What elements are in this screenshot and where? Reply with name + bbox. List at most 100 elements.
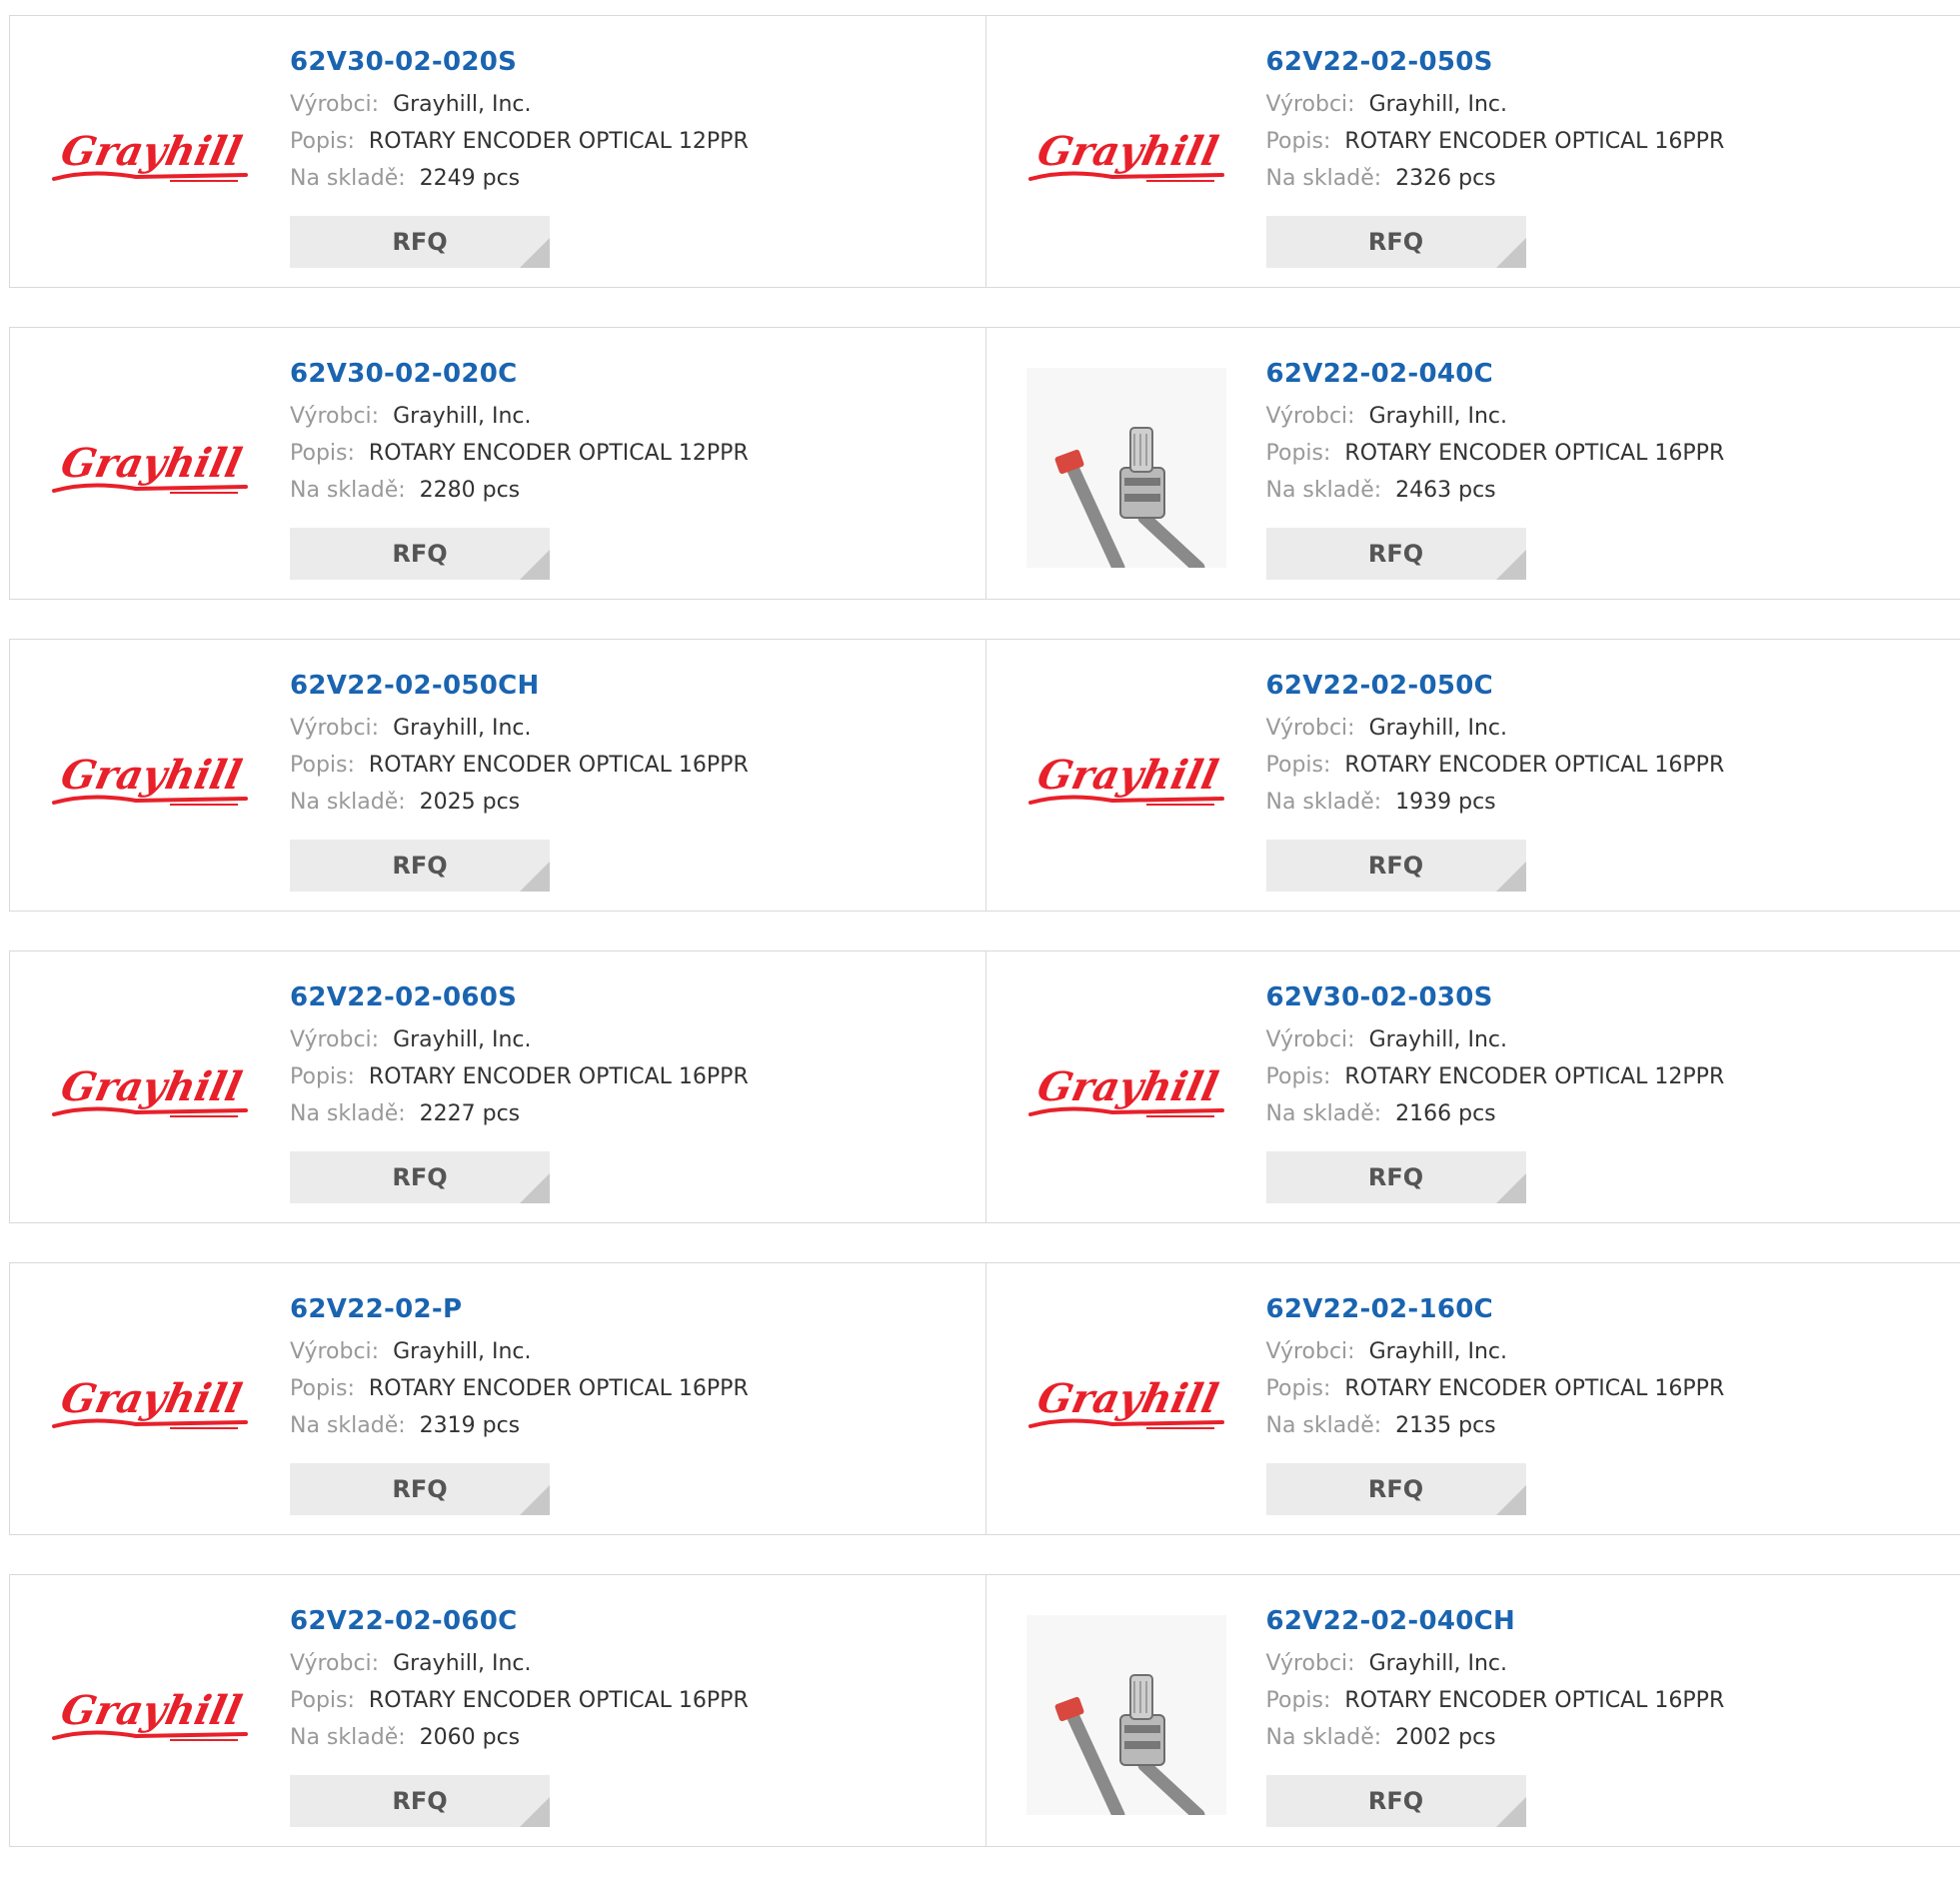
manufacturer-value[interactable]: Grayhill, Inc. bbox=[393, 1339, 531, 1364]
rfq-button[interactable]: RFQ bbox=[1266, 1463, 1526, 1515]
part-number-link[interactable]: 62V30-02-020C bbox=[290, 356, 970, 392]
part-number-link[interactable]: 62V22-02-060C bbox=[290, 1603, 970, 1639]
product-image[interactable]: Grayhill bbox=[1026, 991, 1226, 1191]
description-value: ROTARY ENCODER OPTICAL 16PPR bbox=[369, 1688, 749, 1713]
product-image[interactable]: Grayhill bbox=[1026, 680, 1226, 880]
manufacturer-value[interactable]: Grayhill, Inc. bbox=[1369, 716, 1507, 741]
svg-text:Grayhill: Grayhill bbox=[57, 751, 246, 798]
product-card: Grayhill 62V22-02-050S Výrobci: Grayhill,… bbox=[985, 16, 1960, 287]
description-label: Popis: bbox=[290, 1688, 355, 1713]
corner-fold-decoration bbox=[1496, 1485, 1526, 1515]
part-number-link[interactable]: 62V22-02-040C bbox=[1266, 356, 1946, 392]
rfq-button[interactable]: RFQ bbox=[1266, 528, 1526, 580]
grayhill-logo-icon: Grayhill bbox=[1026, 111, 1226, 201]
part-number-link[interactable]: 62V22-02-050S bbox=[1266, 44, 1946, 80]
svg-text:Grayhill: Grayhill bbox=[1032, 1062, 1221, 1109]
rfq-label: RFQ bbox=[392, 1163, 447, 1191]
rfq-button[interactable]: RFQ bbox=[1266, 840, 1526, 892]
part-number-link[interactable]: 62V30-02-020S bbox=[290, 44, 970, 80]
product-info: 62V30-02-020C Výrobci:Grayhill, Inc. Pop… bbox=[290, 356, 970, 509]
stock-value: 2166 pcs bbox=[1395, 1101, 1496, 1126]
manufacturer-value[interactable]: Grayhill, Inc. bbox=[1369, 1651, 1507, 1676]
part-number-link[interactable]: 62V22-02-060S bbox=[290, 979, 970, 1015]
svg-text:Grayhill: Grayhill bbox=[1032, 127, 1221, 174]
product-image[interactable]: Grayhill bbox=[50, 56, 250, 256]
product-image[interactable] bbox=[1026, 368, 1226, 568]
description-field: Popis:ROTARY ENCODER OPTICAL 16PPR bbox=[290, 747, 970, 784]
rotary-encoder-photo-icon bbox=[1026, 368, 1226, 568]
manufacturer-value[interactable]: Grayhill, Inc. bbox=[1369, 1027, 1507, 1052]
rotary-encoder-photo-icon bbox=[1026, 1615, 1226, 1815]
corner-fold-decoration bbox=[520, 862, 550, 892]
manufacturer-value[interactable]: Grayhill, Inc. bbox=[1369, 1339, 1507, 1364]
manufacturer-label: Výrobci: bbox=[1266, 92, 1355, 117]
product-card: Grayhill 62V30-02-020C Výrobci:Grayhill,… bbox=[10, 328, 985, 599]
part-number-link[interactable]: 62V22-02-P bbox=[290, 1291, 970, 1327]
product-card: Grayhill 62V22-02-060C Výrobci:Grayhill,… bbox=[10, 1575, 985, 1846]
rfq-button[interactable]: RFQ bbox=[1266, 1775, 1526, 1827]
description-field: Popis:ROTARY ENCODER OPTICAL 16PPR bbox=[1266, 123, 1946, 160]
stock-field: Na skladě:2280 pcs bbox=[290, 472, 970, 509]
rfq-button[interactable]: RFQ bbox=[290, 1151, 550, 1203]
manufacturer-value[interactable]: Grayhill, Inc. bbox=[393, 1651, 531, 1676]
rfq-button[interactable]: RFQ bbox=[290, 1775, 550, 1827]
manufacturer-value[interactable]: Grayhill, Inc. bbox=[393, 716, 531, 741]
manufacturer-value[interactable]: Grayhill, Inc. bbox=[393, 1027, 531, 1052]
part-number-link[interactable]: 62V22-02-050CH bbox=[290, 668, 970, 704]
product-image[interactable]: Grayhill bbox=[50, 1615, 250, 1815]
product-card: Grayhill 62V22-02-050C Výrobci:Grayhill,… bbox=[985, 640, 1960, 911]
product-image[interactable]: Grayhill bbox=[50, 1303, 250, 1503]
part-number-link[interactable]: 62V22-02-160C bbox=[1266, 1291, 1946, 1327]
manufacturer-field: Výrobci:Grayhill, Inc. bbox=[1266, 1645, 1946, 1682]
manufacturer-value[interactable]: Grayhill, Inc. bbox=[393, 404, 531, 429]
part-number-link[interactable]: 62V22-02-050C bbox=[1266, 668, 1946, 704]
rfq-label: RFQ bbox=[392, 1787, 447, 1815]
product-image[interactable]: Grayhill bbox=[1026, 56, 1226, 256]
part-number-link[interactable]: 62V22-02-040CH bbox=[1266, 1603, 1946, 1639]
rfq-label: RFQ bbox=[392, 228, 447, 256]
rfq-button[interactable]: RFQ bbox=[290, 840, 550, 892]
svg-text:Grayhill: Grayhill bbox=[57, 1374, 246, 1421]
description-field: Popis:ROTARY ENCODER OPTICAL 12PPR bbox=[290, 123, 970, 160]
manufacturer-field: Výrobci:Grayhill, Inc. bbox=[290, 86, 970, 123]
stock-label: Na skladě: bbox=[290, 1413, 406, 1438]
manufacturer-value[interactable]: Grayhill, Inc. bbox=[1369, 404, 1507, 429]
stock-value: 2060 pcs bbox=[420, 1725, 521, 1750]
rfq-label: RFQ bbox=[1368, 852, 1423, 880]
part-number-link[interactable]: 62V30-02-030S bbox=[1266, 979, 1946, 1015]
description-label: Popis: bbox=[290, 1064, 355, 1089]
rfq-button[interactable]: RFQ bbox=[1266, 1151, 1526, 1203]
description-field: Popis:ROTARY ENCODER OPTICAL 16PPR bbox=[1266, 747, 1946, 784]
stock-label: Na skladě: bbox=[1266, 790, 1382, 815]
product-image[interactable]: Grayhill bbox=[50, 368, 250, 568]
corner-fold-decoration bbox=[1496, 862, 1526, 892]
product-info: 62V22-02-040CH Výrobci:Grayhill, Inc. Po… bbox=[1266, 1603, 1946, 1756]
product-row: Grayhill 62V30-02-020S Výrobci:Grayhill,… bbox=[9, 15, 1960, 288]
stock-label: Na skladě: bbox=[290, 166, 406, 191]
product-image[interactable]: Grayhill bbox=[1026, 1303, 1226, 1503]
stock-value: 2463 pcs bbox=[1395, 478, 1496, 503]
product-image[interactable]: Grayhill bbox=[50, 991, 250, 1191]
product-card: Grayhill 62V22-02-P Výrobci:Grayhill, In… bbox=[10, 1263, 985, 1534]
product-info: 62V22-02-050C Výrobci:Grayhill, Inc. Pop… bbox=[1266, 668, 1946, 821]
product-image[interactable]: Grayhill bbox=[50, 680, 250, 880]
stock-field: Na skladě:2249 pcs bbox=[290, 160, 970, 197]
description-label: Popis: bbox=[290, 441, 355, 466]
stock-field: Na skladě:2060 pcs bbox=[290, 1719, 970, 1756]
product-image[interactable] bbox=[1026, 1615, 1226, 1815]
rfq-button[interactable]: RFQ bbox=[290, 216, 550, 268]
rfq-button[interactable]: RFQ bbox=[1266, 216, 1526, 268]
description-field: Popis: ROTARY ENCODER OPTICAL 16PPR bbox=[290, 1682, 970, 1719]
rfq-button[interactable]: RFQ bbox=[290, 1463, 550, 1515]
corner-fold-decoration bbox=[1496, 1797, 1526, 1827]
description-value: ROTARY ENCODER OPTICAL 16PPR bbox=[1344, 441, 1724, 466]
stock-value: 2025 pcs bbox=[420, 790, 521, 815]
manufacturer-value[interactable]: Grayhill, Inc. bbox=[1369, 92, 1507, 117]
product-card: Grayhill 62V22-02-050CH Výrobci:Grayhill… bbox=[10, 640, 985, 911]
stock-value: 2135 pcs bbox=[1395, 1413, 1496, 1438]
rfq-label: RFQ bbox=[1368, 540, 1423, 568]
description-label: Popis: bbox=[1266, 1376, 1331, 1401]
manufacturer-value[interactable]: Grayhill, Inc. bbox=[393, 92, 531, 117]
rfq-button[interactable]: RFQ bbox=[290, 528, 550, 580]
description-value: ROTARY ENCODER OPTICAL 16PPR bbox=[1344, 129, 1724, 154]
